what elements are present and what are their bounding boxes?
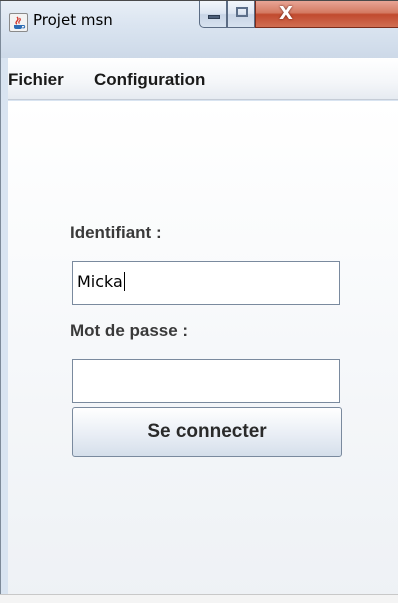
menu-configuration[interactable]: Configuration bbox=[94, 70, 205, 90]
password-field[interactable] bbox=[72, 359, 340, 403]
java-cup-icon bbox=[9, 13, 28, 32]
connect-button[interactable]: Se connecter bbox=[72, 407, 342, 457]
window-title: Projet msn bbox=[33, 11, 113, 29]
menu-fichier[interactable]: Fichier bbox=[8, 70, 64, 90]
username-field[interactable]: Micka bbox=[72, 261, 340, 305]
screen: Projet msn X Fichier Configuration Ident… bbox=[0, 0, 398, 603]
username-label: Identifiant : bbox=[70, 223, 162, 242]
login-panel: Identifiant : Micka Mot de passe : Se co… bbox=[8, 101, 398, 603]
minimize-button[interactable] bbox=[199, 1, 227, 28]
caption-buttons: X bbox=[199, 1, 398, 29]
window-bottom-edge bbox=[0, 594, 398, 603]
close-icon: X bbox=[279, 3, 293, 24]
text-caret bbox=[123, 272, 125, 291]
title-bar[interactable]: Projet msn X bbox=[1, 1, 398, 58]
maximize-button[interactable] bbox=[227, 1, 255, 28]
close-button[interactable]: X bbox=[255, 1, 398, 28]
menu-bar: Fichier Configuration bbox=[8, 58, 398, 100]
maximize-icon bbox=[236, 7, 248, 17]
password-label: Mot de passe : bbox=[70, 321, 189, 340]
username-value: Micka bbox=[77, 272, 123, 291]
minimize-icon bbox=[208, 15, 220, 19]
